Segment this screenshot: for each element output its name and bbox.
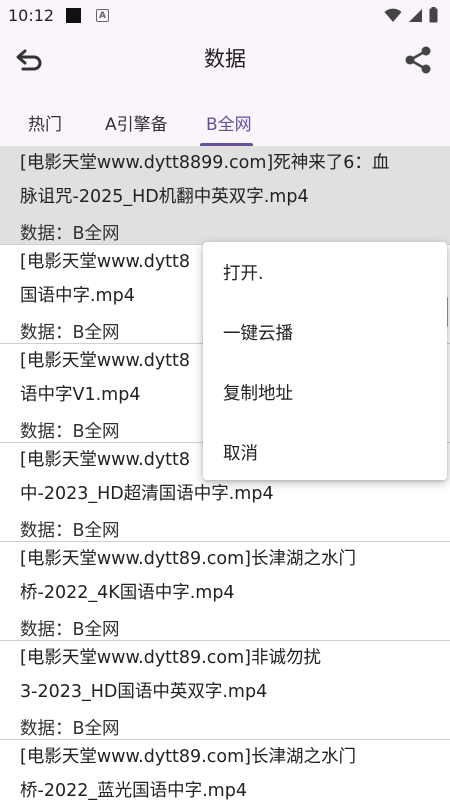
- page-title: 数据: [204, 47, 246, 71]
- status-bar: 10:12 A: [0, 0, 450, 30]
- list-item-title-cont: 中-2023_HD超清国语中字.mp4: [20, 484, 274, 504]
- list-item-title: [电影天堂www.dytt8: [20, 351, 191, 371]
- app-bar: 数据: [0, 30, 450, 90]
- wifi-icon: [384, 8, 402, 22]
- list-item[interactable]: [电影天堂www.dytt8899.com]死神来了6：血 脉诅咒-2025_H…: [0, 146, 450, 245]
- menu-item-cloud-play[interactable]: 一键云播: [203, 302, 447, 362]
- list-item[interactable]: [电影天堂www.dytt89.com]长津湖之水门 桥-2022_4K国语中字…: [0, 542, 450, 641]
- list-item-title-cont: 桥-2022_4K国语中字.mp4: [20, 583, 235, 603]
- list-item-source: 数据：B全网: [20, 620, 120, 640]
- list-item-title-cont: 脉诅咒-2025_HD机翻中英双字.mp4: [20, 187, 309, 207]
- list-item-title: [电影天堂www.dytt8: [20, 450, 191, 470]
- status-icons: [384, 6, 438, 24]
- list-item-title-cont: 3-2023_HD国语中英双字.mp4: [20, 682, 268, 702]
- list-item-source: 数据：B全网: [20, 719, 120, 739]
- list-item-title-cont: 国语中字.mp4: [20, 286, 135, 306]
- status-time: 10:12: [8, 6, 55, 25]
- tab-hot[interactable]: 热门: [28, 110, 62, 135]
- menu-item-open[interactable]: 打开.: [203, 242, 447, 302]
- cellular-signal-icon: [409, 8, 422, 22]
- tab-a-engine[interactable]: A引擎备: [105, 110, 168, 135]
- context-menu: 打开. 一键云播 复制地址 取消: [203, 242, 447, 480]
- list-item-title: [电影天堂www.dytt8: [20, 252, 191, 272]
- share-button[interactable]: [400, 42, 436, 78]
- list-item-title: [电影天堂www.dytt8899.com]死神来了6：血: [20, 153, 390, 173]
- menu-item-copy-address[interactable]: 复制地址: [203, 362, 447, 422]
- tab-b-network[interactable]: B全网: [206, 110, 252, 135]
- list-item-title: [电影天堂www.dytt89.com]非诚勿扰: [20, 648, 321, 668]
- list-item-source: 数据：B全网: [20, 521, 120, 541]
- list-item-title: [电影天堂www.dytt89.com]长津湖之水门: [20, 549, 356, 569]
- battery-icon: [429, 7, 438, 23]
- tab-bar: 热门 A引擎备 B全网: [0, 90, 450, 146]
- list-item-title-cont: 语中字V1.mp4: [20, 385, 141, 405]
- list-item-title: [电影天堂www.dytt89.com]长津湖之水门: [20, 747, 356, 767]
- notification-square-icon: [66, 8, 81, 23]
- list-item-source: 数据：B全网: [20, 224, 120, 244]
- list-item[interactable]: [电影天堂www.dytt89.com]长津湖之水门 桥-2022_蓝光国语中字…: [0, 740, 450, 800]
- list-item-source: 数据：B全网: [20, 422, 120, 442]
- list-item-title-cont: 桥-2022_蓝光国语中字.mp4: [20, 781, 247, 800]
- list-item-source: 数据：B全网: [20, 323, 120, 343]
- list-item[interactable]: [电影天堂www.dytt89.com]非诚勿扰 3-2023_HD国语中英双字…: [0, 641, 450, 740]
- notification-a-icon: A: [96, 9, 109, 22]
- share-icon: [405, 46, 431, 74]
- menu-item-cancel[interactable]: 取消: [203, 422, 447, 482]
